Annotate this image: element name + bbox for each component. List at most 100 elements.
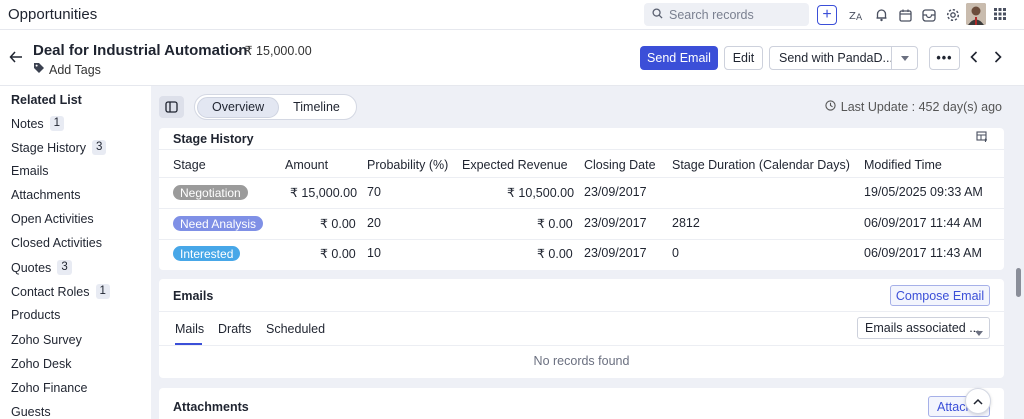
divider: [159, 177, 1004, 178]
email-tab-mails[interactable]: Mails: [175, 322, 204, 336]
translate-icon[interactable]: ZA: [845, 4, 869, 26]
send-with-dropdown[interactable]: Send with PandaD...: [769, 46, 918, 70]
sidebar-item-label: Notes: [11, 116, 44, 131]
amount-cell: ₹ 0.00: [320, 247, 356, 261]
sidebar-item-quotes[interactable]: Quotes 3: [11, 260, 72, 275]
count-badge: 1: [49, 116, 65, 131]
sidebar-item-label: Zoho Finance: [11, 381, 88, 395]
app-title: Opportunities: [8, 6, 98, 23]
sidebar-item-contact-roles[interactable]: Contact Roles 1: [11, 284, 110, 299]
add-tags-label: Add Tags: [49, 62, 101, 77]
sidebar-item-label: Emails: [11, 164, 49, 178]
amount-cell: ₹ 15,000.00: [290, 186, 358, 200]
previous-record-icon[interactable]: [970, 51, 978, 66]
svg-text:A: A: [856, 13, 863, 22]
search-input[interactable]: [669, 7, 804, 22]
top-bar: Opportunities + ZA: [0, 0, 1024, 30]
panel-toggle-icon[interactable]: [159, 96, 184, 118]
create-plus-icon[interactable]: +: [817, 5, 837, 25]
expected-revenue-cell: ₹ 10,500.00: [507, 186, 575, 200]
sidebar-item-products[interactable]: Products: [11, 308, 60, 322]
sidebar-item-label: Zoho Survey: [11, 333, 82, 347]
count-badge: 1: [95, 284, 110, 299]
user-avatar[interactable]: [966, 3, 986, 25]
probability-cell: 20: [367, 216, 381, 230]
column-header-stage-duration: Stage Duration (Calendar Days): [672, 158, 850, 172]
more-actions-button[interactable]: •••: [929, 46, 960, 70]
record-amount: - ₹ 15,000.00: [237, 44, 312, 58]
column-header-stage: Stage: [173, 158, 206, 172]
send-with-label: Send with PandaD...: [779, 51, 893, 65]
add-tags-link[interactable]: Add Tags: [33, 62, 101, 77]
tag-icon: [33, 62, 45, 77]
column-header-amount: Amount: [285, 158, 329, 172]
bell-icon[interactable]: [869, 4, 893, 26]
stage-duration-cell: 2812: [672, 216, 700, 230]
calendar-icon[interactable]: [893, 4, 917, 26]
divider: [159, 149, 1004, 150]
sidebar-item-label: Contact Roles: [11, 284, 90, 299]
emails-filter-select[interactable]: Emails associated ...: [857, 317, 990, 339]
stage-duration-cell: 0: [672, 246, 679, 260]
edit-button[interactable]: Edit: [724, 46, 763, 70]
chevron-down-icon[interactable]: [891, 47, 917, 69]
divider: [159, 345, 1004, 346]
divider: [159, 208, 1004, 209]
tab-timeline[interactable]: Timeline: [279, 97, 354, 118]
modified-time-cell: 06/09/2017 11:43 AM: [864, 246, 982, 260]
amount-cell: ₹ 0.00: [320, 217, 356, 231]
send-email-button[interactable]: Send Email: [640, 46, 718, 70]
compose-email-button[interactable]: Compose Email: [890, 285, 990, 306]
svg-text:Z: Z: [849, 11, 856, 22]
sidebar-item-label: Guests: [11, 405, 51, 419]
page-scrollbar[interactable]: [1016, 268, 1021, 297]
chevron-down-icon: [975, 325, 983, 339]
record-title: Deal for Industrial Automation: [33, 42, 248, 59]
scroll-to-top-icon[interactable]: [965, 388, 991, 414]
sidebar-item-closed-activities[interactable]: Closed Activities: [11, 236, 102, 250]
emails-title: Emails: [173, 289, 214, 303]
sidebar-item-zoho-finance[interactable]: Zoho Finance: [11, 381, 87, 395]
sidebar-item-emails[interactable]: Emails: [11, 164, 49, 178]
count-badge: 3: [92, 140, 107, 155]
closing-date-cell: 23/09/2017: [584, 185, 647, 199]
apps-grid-icon[interactable]: [994, 8, 1006, 23]
related-list-heading: Related List: [11, 93, 82, 107]
sidebar-item-label: Quotes: [11, 260, 52, 275]
sidebar-item-open-activities[interactable]: Open Activities: [11, 212, 94, 226]
main-content: Overview Timeline Last Update : 452 day(…: [151, 86, 1024, 419]
probability-cell: 70: [367, 185, 381, 199]
sidebar-item-guests[interactable]: Guests: [11, 405, 51, 419]
probability-cell: 10: [367, 246, 381, 260]
view-subbar: Overview Timeline Last Update : 452 day(…: [151, 86, 1024, 128]
sidebar-item-label: Attachments: [11, 188, 81, 202]
column-header-closing-date: Closing Date: [584, 158, 656, 172]
gear-icon[interactable]: [941, 4, 965, 26]
sidebar-item-zoho-desk[interactable]: Zoho Desk: [11, 357, 71, 371]
closing-date-cell: 23/09/2017: [584, 246, 647, 260]
inbox-icon[interactable]: [917, 4, 941, 26]
sidebar-item-attachments[interactable]: Attachments: [11, 188, 80, 202]
attachments-card: Attachments Attach: [159, 388, 1004, 419]
sidebar-item-label: Products: [11, 308, 61, 322]
email-tab-scheduled[interactable]: Scheduled: [266, 322, 325, 336]
stage-badge: Interested: [173, 246, 241, 261]
expected-revenue-cell: ₹ 0.00: [537, 217, 573, 231]
count-badge: 3: [57, 260, 72, 275]
stage-history-title: Stage History: [173, 132, 254, 146]
no-records-message: No records found: [533, 354, 630, 368]
modified-time-cell: 19/05/2025 09:33 AM: [864, 185, 983, 199]
column-header-probability: Probability (%): [367, 158, 449, 172]
search-box[interactable]: [644, 3, 809, 26]
sidebar-item-stage-history[interactable]: Stage History 3: [11, 140, 107, 155]
search-icon: [652, 7, 663, 22]
next-record-icon[interactable]: [994, 51, 1002, 66]
back-arrow-icon[interactable]: [9, 51, 23, 66]
email-tab-drafts[interactable]: Drafts: [218, 322, 251, 336]
tab-overview[interactable]: Overview: [197, 96, 280, 118]
divider: [159, 311, 1004, 312]
table-settings-icon[interactable]: [976, 131, 988, 146]
sidebar-item-notes[interactable]: Notes 1: [11, 116, 65, 131]
sidebar-item-label: Closed Activities: [11, 236, 103, 250]
sidebar-item-zoho-survey[interactable]: Zoho Survey: [11, 333, 82, 347]
